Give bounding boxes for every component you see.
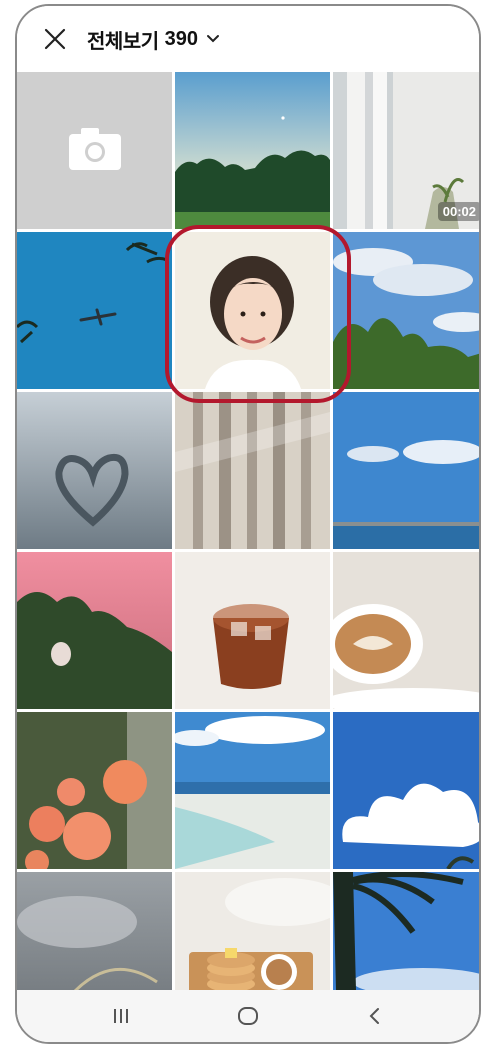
photo-portrait[interactable] xyxy=(175,232,330,389)
chevron-down-icon xyxy=(206,35,219,43)
photo-curtain-shadow[interactable] xyxy=(175,392,330,549)
photo-sea-horizon[interactable] xyxy=(333,392,479,549)
recent-apps-icon xyxy=(113,1009,128,1023)
photo-flowers[interactable] xyxy=(17,712,172,869)
photo-beach[interactable] xyxy=(175,712,330,869)
photo-latte[interactable] xyxy=(333,552,479,709)
photo-airplane-sky[interactable] xyxy=(17,232,172,389)
album-dropdown-button[interactable] xyxy=(206,34,220,44)
camera-tile[interactable] xyxy=(17,72,172,229)
album-title[interactable]: 전체보기 xyxy=(87,25,159,54)
system-navbar xyxy=(17,990,479,1042)
photo-rainbow-sky[interactable] xyxy=(17,872,172,990)
photo-palm-sky[interactable] xyxy=(333,872,479,990)
phone-frame: 전체보기 390 00:02 xyxy=(15,4,481,1044)
photo-big-cloud[interactable] xyxy=(333,712,479,869)
photo-heart-window[interactable] xyxy=(17,392,172,549)
photo-count[interactable]: 390 xyxy=(165,28,198,51)
video-curtain[interactable]: 00:02 xyxy=(333,72,479,229)
photo-clouds-trees[interactable] xyxy=(333,232,479,389)
back-icon xyxy=(369,1008,380,1024)
photo-pancakes[interactable] xyxy=(175,872,330,990)
photo-iced-coffee[interactable] xyxy=(175,552,330,709)
video-duration: 00:02 xyxy=(437,202,479,221)
home-button[interactable] xyxy=(228,998,268,1034)
close-button[interactable] xyxy=(35,19,75,59)
photo-park-landscape[interactable] xyxy=(175,72,330,229)
home-icon xyxy=(237,1007,258,1025)
photo-pink-sky-trees[interactable] xyxy=(17,552,172,709)
camera-icon xyxy=(69,128,121,170)
back-button[interactable] xyxy=(355,998,395,1034)
photo-grid: 00:02 xyxy=(17,72,479,990)
close-icon xyxy=(44,28,66,50)
header: 전체보기 390 xyxy=(17,6,479,72)
recent-apps-button[interactable] xyxy=(101,998,141,1034)
